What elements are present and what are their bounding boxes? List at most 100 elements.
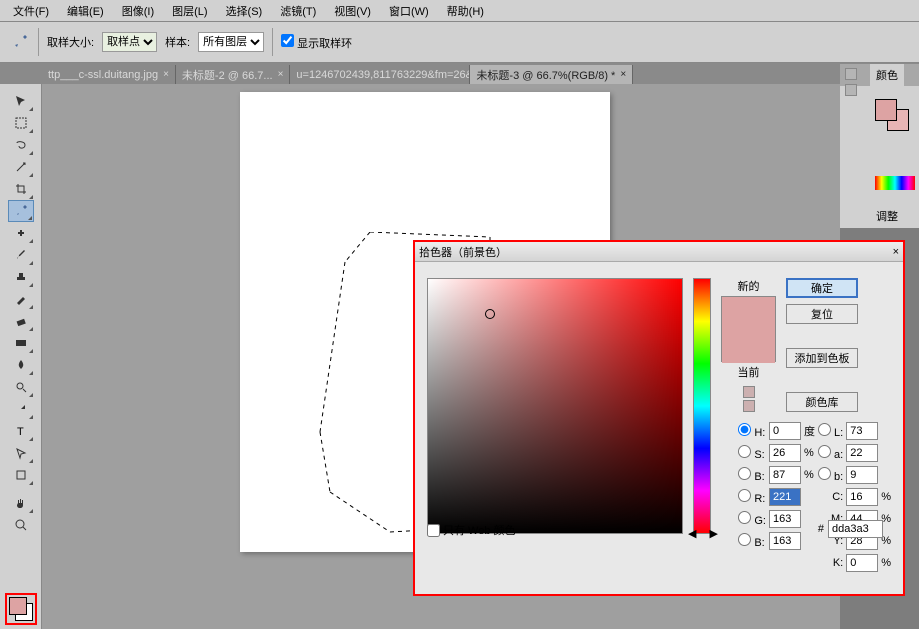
input-k[interactable] — [846, 554, 878, 572]
radio-h[interactable]: H: — [738, 423, 766, 439]
label-c: C: — [818, 491, 843, 503]
add-swatch-button[interactable]: 添加到色板 — [786, 348, 858, 368]
marquee-tool[interactable] — [8, 112, 34, 134]
new-label: 新的 — [721, 278, 776, 294]
current-color[interactable] — [722, 330, 775, 363]
crop-tool[interactable] — [8, 178, 34, 200]
input-l[interactable] — [846, 422, 878, 440]
saturation-value-field[interactable] — [427, 278, 683, 534]
blur-tool[interactable] — [8, 354, 34, 376]
color-value-inputs: H:度 L: S:% a: B:% b: R: C:% G: M:% B: Y:… — [738, 422, 891, 572]
current-label: 当前 — [721, 364, 776, 380]
radio-l[interactable]: L: — [818, 423, 843, 439]
zoom-tool[interactable] — [8, 514, 34, 536]
options-bar: 取样大小: 取样点 样本: 所有图层 显示取样环 — [0, 22, 919, 63]
input-b[interactable] — [769, 466, 801, 484]
color-picker-dialog: 拾色器（前景色） × ◀▶ 新的 当前 确定 复位 添加到色板 颜色库 H:度 … — [413, 240, 905, 596]
toolbox: T — [0, 84, 42, 629]
brush-tool[interactable] — [8, 244, 34, 266]
hue-strip[interactable] — [875, 176, 915, 190]
history-brush-tool[interactable] — [8, 288, 34, 310]
radio-r[interactable]: R: — [738, 489, 766, 505]
input-lb[interactable] — [846, 466, 878, 484]
new-color — [722, 297, 775, 330]
hue-pointer[interactable]: ◀▶ — [688, 527, 718, 535]
color-library-button[interactable]: 颜色库 — [786, 392, 858, 412]
doc-tab[interactable]: ttp___c-ssl.duitang.jpg× — [42, 65, 176, 84]
menu-image[interactable]: 图像(I) — [113, 0, 163, 22]
panel-tab-adjust[interactable]: 调整 — [870, 206, 904, 226]
doc-tab[interactable]: u=1246702439,811763229&fm=26&gp=0.jpg× — [290, 65, 470, 84]
show-ring-checkbox[interactable] — [281, 34, 294, 47]
eraser-tool[interactable] — [8, 310, 34, 332]
input-g[interactable] — [769, 510, 801, 528]
label-k: K: — [818, 557, 843, 569]
menu-view[interactable]: 视图(V) — [325, 0, 380, 22]
hand-tool[interactable] — [8, 492, 34, 514]
menu-help[interactable]: 帮助(H) — [438, 0, 493, 22]
document-tab-bar: ttp___c-ssl.duitang.jpg× 未标题-2 @ 66.7...… — [0, 63, 919, 84]
collapsed-panel-icons[interactable] — [845, 68, 857, 188]
input-r[interactable] — [769, 488, 801, 506]
lasso-tool[interactable] — [8, 134, 34, 156]
dialog-title: 拾色器（前景色） — [419, 244, 507, 260]
menu-file[interactable]: 文件(F) — [4, 0, 58, 22]
wand-tool[interactable] — [8, 156, 34, 178]
input-a[interactable] — [846, 444, 878, 462]
radio-s[interactable]: S: — [738, 445, 766, 461]
menu-window[interactable]: 窗口(W) — [380, 0, 438, 22]
menu-bar: 文件(F) 编辑(E) 图像(I) 图层(L) 选择(S) 滤镜(T) 视图(V… — [0, 0, 919, 22]
radio-a[interactable]: a: — [818, 445, 843, 461]
close-icon[interactable]: × — [893, 246, 899, 258]
hex-input-group: # — [818, 520, 883, 538]
reset-button[interactable]: 复位 — [786, 304, 858, 324]
gamut-warn-icon[interactable] — [743, 386, 755, 398]
heal-tool[interactable] — [8, 222, 34, 244]
dialog-titlebar[interactable]: 拾色器（前景色） × — [415, 242, 903, 262]
dodge-tool[interactable] — [8, 376, 34, 398]
type-tool[interactable]: T — [8, 420, 34, 442]
svg-text:T: T — [17, 426, 24, 438]
menu-select[interactable]: 选择(S) — [217, 0, 272, 22]
close-icon[interactable]: × — [620, 69, 626, 80]
close-icon[interactable]: × — [278, 69, 284, 80]
input-s[interactable] — [769, 444, 801, 462]
radio-b[interactable]: B: — [738, 467, 766, 483]
menu-filter[interactable]: 滤镜(T) — [271, 0, 325, 22]
shape-tool[interactable] — [8, 464, 34, 486]
radio-bb[interactable]: B: — [738, 533, 766, 549]
hex-input[interactable] — [828, 520, 883, 538]
ok-button[interactable]: 确定 — [786, 278, 858, 298]
input-c[interactable] — [846, 488, 878, 506]
hue-slider[interactable]: ◀▶ — [693, 278, 711, 534]
path-select-tool[interactable] — [8, 442, 34, 464]
gradient-tool[interactable] — [8, 332, 34, 354]
menu-layer[interactable]: 图层(L) — [163, 0, 216, 22]
eyedropper-tool[interactable] — [8, 200, 34, 222]
pen-tool[interactable] — [8, 398, 34, 420]
radio-lb[interactable]: b: — [818, 467, 843, 483]
hex-label: # — [818, 523, 824, 535]
input-h[interactable] — [769, 422, 801, 440]
color-swatch[interactable] — [5, 593, 37, 625]
close-icon[interactable]: × — [163, 69, 169, 80]
websafe-icon[interactable] — [743, 400, 755, 412]
stamp-tool[interactable] — [8, 266, 34, 288]
menu-edit[interactable]: 编辑(E) — [58, 0, 113, 22]
sample-layer-select[interactable]: 所有图层 — [198, 32, 264, 52]
doc-tab[interactable]: 未标题-2 @ 66.7...× — [176, 65, 290, 84]
input-bb[interactable] — [769, 532, 801, 550]
show-ring-label[interactable]: 显示取样环 — [281, 34, 352, 51]
foreground-color[interactable] — [9, 597, 27, 615]
eyedropper-icon[interactable] — [10, 32, 30, 52]
sv-marker[interactable] — [485, 309, 495, 319]
radio-g[interactable]: G: — [738, 511, 766, 527]
move-tool[interactable] — [8, 90, 34, 112]
sample-size-label: 取样大小: — [47, 34, 94, 50]
sample-size-select[interactable]: 取样点 — [102, 32, 157, 52]
sample-label: 样本: — [165, 34, 190, 50]
web-only-checkbox[interactable]: 只有 Web 颜色 — [427, 522, 516, 538]
panel-swatch[interactable] — [875, 99, 909, 127]
panel-tab-color[interactable]: 颜色 — [870, 64, 904, 86]
doc-tab-active[interactable]: 未标题-3 @ 66.7%(RGB/8) *× — [470, 65, 633, 84]
